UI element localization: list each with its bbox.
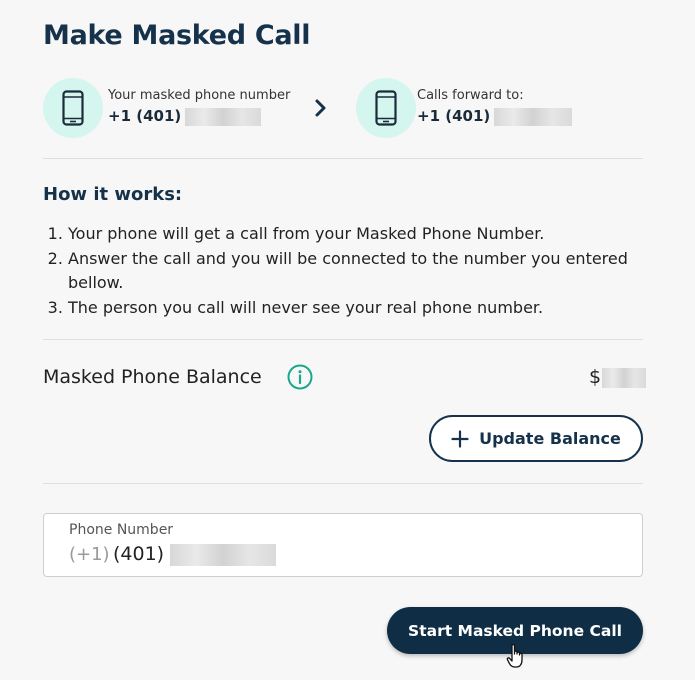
balance-currency: $ — [589, 366, 602, 388]
step-item: The person you call will never see your … — [68, 296, 638, 321]
call-flow: Your masked phone number +1 (401) Calls … — [43, 78, 643, 140]
masked-phone-badge — [43, 78, 103, 138]
redacted-block — [602, 367, 647, 388]
forward-number-value: +1 (401) — [417, 107, 573, 126]
step-item: Answer the call and you will be connecte… — [68, 247, 638, 296]
how-it-works-title: How it works: — [43, 184, 183, 205]
update-balance-label: Update Balance — [479, 429, 621, 448]
country-code-prefix: (+1) — [69, 544, 110, 565]
balance-label: Masked Phone Balance — [43, 366, 262, 388]
divider — [43, 483, 643, 484]
redacted-block — [170, 543, 277, 566]
chevron-right-icon — [315, 99, 326, 117]
plus-icon — [451, 429, 469, 448]
update-balance-button[interactable]: Update Balance — [429, 415, 643, 462]
step-item: Your phone will get a call from your Mas… — [68, 222, 638, 247]
mobile-phone-icon — [375, 90, 397, 126]
divider — [43, 158, 643, 159]
masked-number-value: +1 (401) — [108, 107, 262, 126]
phone-number-input[interactable]: Phone Number (+1) (401) — [43, 513, 643, 577]
divider — [43, 339, 643, 340]
info-icon[interactable] — [287, 364, 313, 390]
redacted-block — [494, 107, 573, 126]
how-it-works-steps: Your phone will get a call from your Mas… — [43, 222, 638, 320]
phone-number-value[interactable]: (401) — [113, 543, 277, 566]
balance-value: $ — [589, 366, 647, 388]
redacted-block — [185, 107, 262, 126]
phone-number-label: Phone Number — [69, 522, 174, 538]
masked-number-caption: Your masked phone number — [108, 88, 291, 103]
forward-phone-badge — [356, 78, 416, 138]
forward-number-caption: Calls forward to: — [417, 88, 524, 103]
forward-number-text: +1 (401) — [417, 107, 491, 125]
make-masked-call-panel: Make Masked Call Your masked phone numbe… — [0, 0, 695, 680]
hand-cursor-icon — [506, 643, 523, 668]
mobile-phone-icon — [62, 90, 84, 126]
masked-number-text: +1 (401) — [108, 107, 182, 125]
phone-number-text: (401) — [113, 543, 165, 565]
page-title: Make Masked Call — [43, 20, 311, 51]
